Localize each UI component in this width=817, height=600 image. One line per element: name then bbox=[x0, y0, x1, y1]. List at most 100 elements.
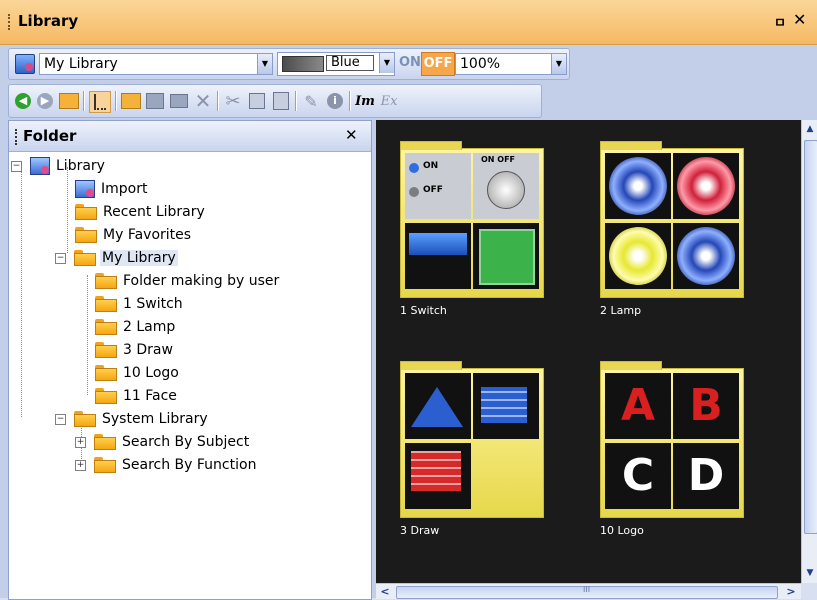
library-select[interactable]: My Library ▼ bbox=[39, 53, 273, 75]
tree-item-search-by-subject[interactable]: + Search By Subject bbox=[75, 431, 251, 453]
chevron-down-icon[interactable]: ▼ bbox=[379, 53, 394, 73]
tree-item-recent-library[interactable]: Recent Library bbox=[75, 201, 207, 223]
folder-tab bbox=[600, 141, 662, 150]
library-window: Library ㅁ ✕ My Library ▼ Blue ▼ ON OFF 1… bbox=[0, 0, 817, 600]
chevron-down-icon[interactable]: ▼ bbox=[257, 54, 272, 74]
close-icon[interactable]: ✕ bbox=[345, 126, 358, 144]
tree-item-logo[interactable]: 10 Logo bbox=[95, 362, 181, 384]
color-select[interactable]: Blue ▼ bbox=[277, 52, 395, 76]
collapse-icon[interactable]: − bbox=[55, 413, 66, 425]
tree-item-search-by-function[interactable]: + Search By Function bbox=[75, 454, 258, 476]
tree-item-label: Import bbox=[101, 181, 148, 197]
new-folder-icon bbox=[95, 273, 117, 289]
drag-grip[interactable] bbox=[8, 14, 13, 30]
horizontal-scrollbar[interactable]: < III > bbox=[376, 583, 801, 599]
forward-icon[interactable]: ▶ bbox=[35, 91, 55, 111]
tree-item-my-favorites[interactable]: My Favorites bbox=[75, 224, 193, 246]
info-icon[interactable]: i bbox=[325, 91, 345, 111]
folder-icon bbox=[75, 227, 97, 243]
tree-item-label: My Favorites bbox=[103, 227, 192, 243]
tree-item-system-library[interactable]: − System Library bbox=[55, 408, 210, 430]
expand-icon[interactable]: + bbox=[75, 436, 86, 448]
scroll-grip: III bbox=[583, 585, 591, 594]
folder-pane-title: Folder bbox=[23, 127, 77, 145]
green-cell bbox=[473, 223, 539, 289]
back-icon[interactable]: ◀ bbox=[13, 91, 33, 111]
new-folder-icon[interactable] bbox=[121, 91, 141, 111]
switch-on-text: ON bbox=[423, 161, 439, 171]
window-title: Library bbox=[18, 12, 79, 30]
separator bbox=[295, 91, 297, 111]
scroll-left-icon[interactable]: < bbox=[378, 584, 392, 599]
scroll-down-icon[interactable]: ▼ bbox=[804, 566, 816, 580]
tree-guide bbox=[87, 275, 88, 395]
tree-item-library[interactable]: − Library bbox=[11, 155, 107, 177]
folder-thumbnail bbox=[600, 141, 744, 298]
tree-item-import[interactable]: Import bbox=[75, 178, 149, 200]
import-icon[interactable] bbox=[145, 91, 165, 111]
on-lamp-icon bbox=[409, 163, 419, 173]
import-icon bbox=[75, 180, 95, 198]
blue-lamp-icon bbox=[609, 157, 667, 215]
pin-icon[interactable]: ㅁ bbox=[774, 12, 786, 31]
on-button[interactable]: ON bbox=[399, 55, 421, 70]
off-button[interactable]: OFF bbox=[421, 52, 455, 76]
folder-icon bbox=[94, 434, 116, 450]
logo-letter-b: B bbox=[673, 373, 739, 439]
red-lamp-icon bbox=[677, 157, 735, 215]
copy-icon[interactable] bbox=[247, 91, 267, 111]
folder-icon bbox=[95, 388, 117, 404]
tree-item-label: Folder making by user bbox=[123, 273, 280, 289]
blue-bar-icon bbox=[409, 233, 467, 255]
gallery-item-label: 1 Switch bbox=[400, 304, 447, 317]
separator bbox=[217, 91, 219, 111]
collapse-icon[interactable]: − bbox=[11, 160, 22, 172]
switch-off-text: OFF bbox=[423, 185, 443, 195]
color-select-value: Blue bbox=[326, 55, 374, 71]
zoom-select[interactable]: 100% ▼ bbox=[455, 53, 567, 75]
folder-tab bbox=[400, 141, 462, 150]
rename-icon[interactable]: Im bbox=[355, 91, 375, 111]
scroll-corner bbox=[801, 583, 817, 598]
chevron-down-icon[interactable]: ▼ bbox=[551, 54, 566, 74]
scroll-right-icon[interactable]: > bbox=[784, 584, 798, 599]
drag-grip[interactable] bbox=[15, 129, 17, 145]
tree-item-label: Recent Library bbox=[103, 204, 205, 220]
tree-view-icon[interactable] bbox=[89, 91, 111, 113]
expand-icon[interactable]: + bbox=[75, 459, 86, 471]
blue-lamp-icon bbox=[677, 227, 735, 285]
tree-item-switch[interactable]: 1 Switch bbox=[95, 293, 185, 315]
export-icon[interactable] bbox=[169, 91, 189, 111]
folder-pane-header: Folder ✕ bbox=[9, 121, 371, 152]
yellow-lamp-icon bbox=[609, 227, 667, 285]
ex-icon[interactable]: Ex bbox=[379, 91, 399, 111]
vertical-scroll-thumb[interactable] bbox=[804, 140, 817, 534]
tree-item-my-library[interactable]: − My Library bbox=[55, 247, 178, 269]
paste-icon[interactable] bbox=[271, 91, 291, 111]
lamp-cell bbox=[673, 223, 739, 289]
title-bar: Library ㅁ ✕ bbox=[0, 0, 817, 45]
edit-icon[interactable]: ✎ bbox=[301, 91, 321, 111]
scroll-up-icon[interactable]: ▲ bbox=[804, 122, 816, 136]
tree-item-folder-making[interactable]: Folder making by user bbox=[95, 270, 281, 292]
lamp-cell bbox=[605, 223, 671, 289]
up-folder-icon[interactable] bbox=[59, 91, 79, 111]
tree-item-draw[interactable]: 3 Draw bbox=[95, 339, 175, 361]
separator bbox=[115, 91, 117, 111]
close-icon[interactable]: ✕ bbox=[793, 10, 806, 29]
tree-item-face[interactable]: 11 Face bbox=[95, 385, 179, 407]
tree-item-label: 3 Draw bbox=[123, 342, 173, 358]
tree-item-lamp[interactable]: 2 Lamp bbox=[95, 316, 177, 338]
library-toolbar: My Library ▼ Blue ▼ ON OFF 100% ▼ bbox=[8, 48, 570, 80]
vertical-scrollbar[interactable]: ▲ ▼ bbox=[801, 120, 817, 583]
cut-icon[interactable]: ✂ bbox=[223, 91, 243, 112]
dial-icon bbox=[487, 171, 525, 209]
tree-item-label: 10 Logo bbox=[123, 365, 179, 381]
tree-guide bbox=[67, 167, 68, 253]
selector-text: ON OFF bbox=[481, 155, 516, 164]
folder-tree: − Library Import Recent Library My Favor… bbox=[9, 151, 371, 599]
delete-icon[interactable]: ✕ bbox=[193, 89, 213, 113]
horizontal-scroll-thumb[interactable]: III bbox=[396, 585, 778, 599]
collapse-icon[interactable]: − bbox=[55, 252, 66, 264]
draw-cell bbox=[473, 373, 539, 439]
